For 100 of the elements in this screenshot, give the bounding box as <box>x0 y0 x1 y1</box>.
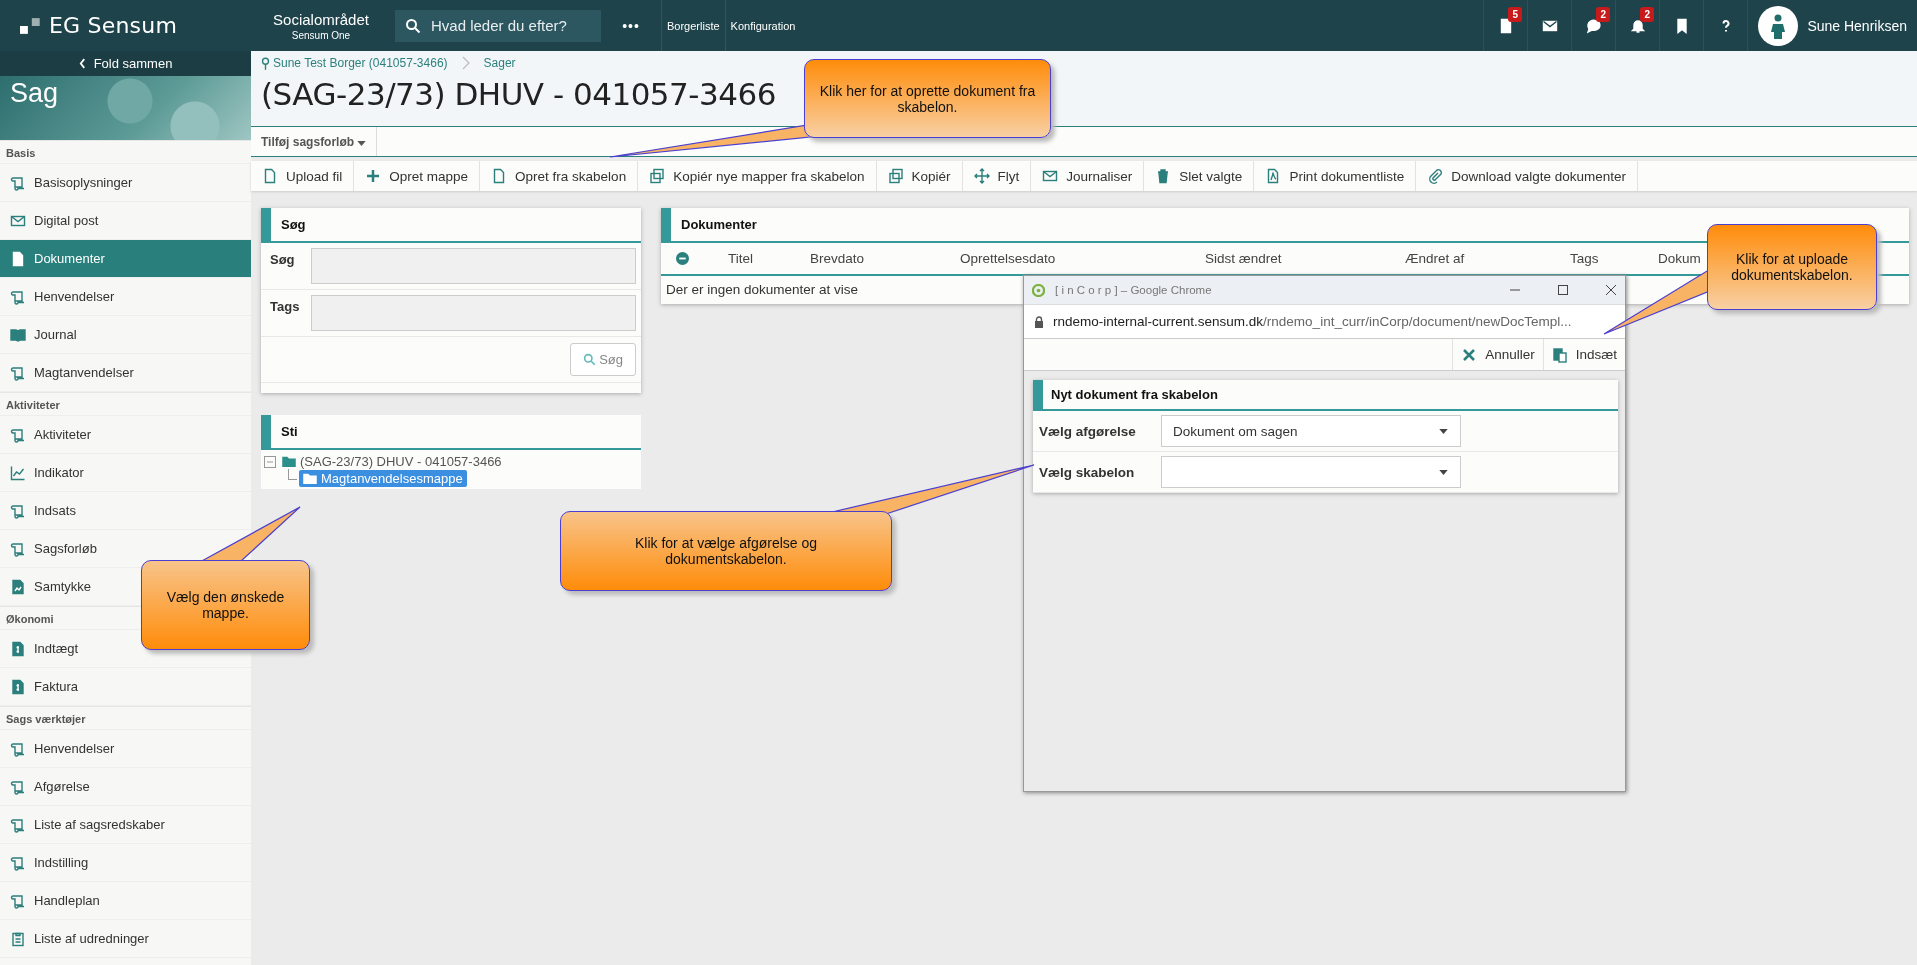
section-title: Sag <box>10 78 59 109</box>
plus-icon <box>365 168 382 184</box>
column-header[interactable]: Ændret af <box>1405 251 1570 266</box>
column-header[interactable]: Titel <box>728 251 810 266</box>
page-title: (SAG-23/73) DHUV - 041057-3466 <box>261 76 776 112</box>
input-field[interactable] <box>311 295 636 331</box>
count-badge: 2 <box>1640 7 1654 22</box>
field-label: Vælg skabelon <box>1039 464 1136 480</box>
sidebar-item[interactable]: Indsats <box>0 492 251 530</box>
file-icon <box>262 168 278 184</box>
tree-item[interactable]: (SAG-23/73) DHUV - 041057-3466 <box>278 453 506 470</box>
scroll-icon <box>10 364 26 381</box>
column-header[interactable]: Brevdato <box>810 251 960 266</box>
dropdown-field[interactable] <box>1161 456 1461 488</box>
paperclip-icon <box>1427 168 1444 184</box>
chat-icon <box>1585 17 1602 34</box>
collapse-icon[interactable] <box>264 455 276 468</box>
book-icon <box>10 326 26 343</box>
browser-icon <box>1032 283 1045 297</box>
sidebar-item[interactable]: Faktura <box>0 668 251 706</box>
field-label: Tags <box>270 298 301 316</box>
toolbar-button[interactable]: Kopiér nye mapper fra skabelon <box>638 161 877 191</box>
bell-icon <box>1629 17 1646 34</box>
input-field[interactable] <box>311 248 636 284</box>
action-button[interactable]: Annuller <box>1452 339 1543 370</box>
invoice-icon <box>10 678 26 695</box>
action-button[interactable]: Indsæt <box>1542 339 1625 370</box>
scroll-icon <box>10 854 26 871</box>
scroll-icon <box>10 740 26 757</box>
sidebar-item[interactable]: Dokumenter <box>0 240 251 278</box>
dropdown-field[interactable]: Dokument om sagen <box>1161 415 1461 447</box>
scroll-icon <box>10 174 26 191</box>
count-badge: 2 <box>1596 7 1610 22</box>
sidebar-item[interactable]: Indstilling <box>0 844 251 882</box>
field-label: Søg <box>270 251 296 269</box>
group-heading: Sags værktøjer <box>0 706 251 730</box>
sidebar-item[interactable]: Henvendelser <box>0 730 251 768</box>
callout-tooltip: Klik for at uploade dokumentskabelon. <box>1707 224 1877 310</box>
toolbar-button[interactable]: Download valgte dokumenter <box>1416 161 1639 191</box>
chevron-left-icon <box>78 58 86 69</box>
empty-message: Der er ingen dokumenter at vise <box>665 281 860 299</box>
sidebar-item[interactable]: Henvendelser <box>0 278 251 316</box>
column-header[interactable]: Tags <box>1570 251 1658 266</box>
toolbar-button[interactable]: Print dokumentliste <box>1254 161 1417 191</box>
clipboard-icon <box>1551 346 1568 363</box>
search-button[interactable]: Søg <box>570 343 636 376</box>
toolbar-button[interactable]: Slet valgte <box>1144 161 1255 191</box>
envelope-icon <box>1042 168 1059 184</box>
toolbar-button[interactable]: Opret fra skabelon <box>480 161 639 191</box>
sidebar-item[interactable]: Aktiviteter <box>0 416 251 454</box>
sidebar-item[interactable]: Handleplan <box>0 882 251 920</box>
copy-icon <box>649 168 666 184</box>
breadcrumb-link[interactable]: Sager <box>483 56 516 70</box>
scroll-icon <box>10 540 26 557</box>
scroll-icon <box>10 502 26 519</box>
toolbar-button[interactable]: Opret mappe <box>354 161 481 191</box>
caret-icon <box>1439 428 1448 434</box>
sidebar-item[interactable]: Afgørelse <box>0 768 251 806</box>
sidebar-item[interactable]: Liste af udredninger <box>0 920 251 958</box>
sidebar-item[interactable]: Magtanvendelser <box>0 354 251 392</box>
group-heading: Aktiviteter <box>0 392 251 416</box>
sidebar-item[interactable]: Basisoplysninger <box>0 164 251 202</box>
copy-icon <box>887 168 904 184</box>
callout-tooltip: Klik her for at oprette dokument fra skabelon. <box>804 59 1051 138</box>
logo-icon <box>20 17 41 34</box>
toolbar-button[interactable]: Journaliser <box>1031 161 1145 191</box>
column-header[interactable]: Sidst ændret <box>1205 251 1405 266</box>
collapse-button[interactable]: Fold sammen <box>0 51 251 76</box>
sidebar-item[interactable]: Liste af sagsredskaber <box>0 806 251 844</box>
invoice-icon <box>10 640 26 657</box>
search-icon <box>583 353 597 366</box>
chevron-icon <box>461 56 470 70</box>
sidebar-item[interactable]: Journal <box>0 316 251 354</box>
app-logo: EG Sensum <box>49 13 178 38</box>
dropdown-button[interactable]: Tilføj sagsforløb <box>251 127 378 156</box>
clipboard-icon <box>10 930 26 947</box>
caret-icon <box>357 140 367 146</box>
avatar-icon[interactable] <box>1758 5 1799 46</box>
toolbar-button[interactable]: Upload fil <box>251 161 355 191</box>
line-chart-icon <box>10 464 26 481</box>
callout-tooltip: Vælg den ønskede mappe. <box>141 560 310 650</box>
document-icon <box>10 250 26 267</box>
user-name[interactable]: Sune Henriksen <box>1807 17 1907 34</box>
scroll-icon <box>10 426 26 443</box>
address-text: rndemo-internal-current.sensum.dk/rndemo_int_curr/inCorp/document/newDocTempl... <box>1053 314 1572 329</box>
maximize-icon[interactable] <box>1557 284 1569 296</box>
column-header[interactable]: Oprettelsesdato <box>960 251 1205 266</box>
more-button[interactable]: ••• <box>601 0 661 51</box>
minus-circle-icon[interactable] <box>676 252 689 265</box>
scroll-icon <box>10 892 26 909</box>
image-file-icon <box>10 578 26 595</box>
toolbar-button[interactable]: Flyt <box>962 161 1032 191</box>
folder-icon <box>303 473 317 484</box>
toolbar-button[interactable]: Kopiér <box>876 161 963 191</box>
scroll-icon <box>10 778 26 795</box>
scroll-icon <box>10 816 26 833</box>
window-title: [ i n C o r p ] – Google Chrome <box>1055 284 1212 296</box>
sidebar-item[interactable]: Indikator <box>0 454 251 492</box>
close-icon[interactable] <box>1605 284 1617 296</box>
breadcrumb-link[interactable]: Sune Test Borger (041057-3466) <box>261 56 448 70</box>
